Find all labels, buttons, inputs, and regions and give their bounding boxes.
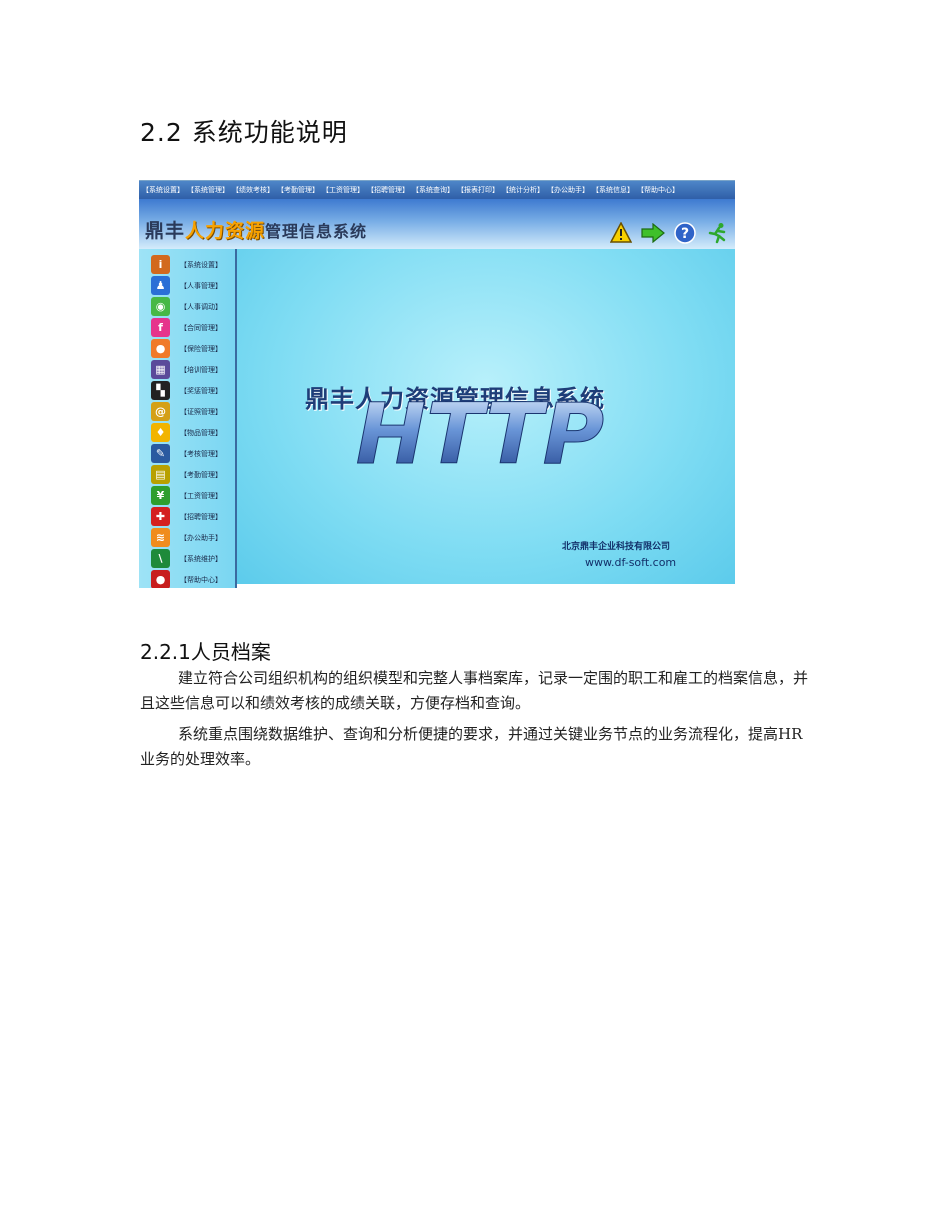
- header-banner: 鼎丰人力资源管理信息系统 ?: [139, 199, 735, 249]
- sidebar-item-label: 【人事调动】: [180, 302, 222, 311]
- sidebar-item[interactable]: ● 【帮助中心】: [151, 570, 222, 588]
- sidebar-item[interactable]: ♟ 【人事管理】: [151, 276, 222, 295]
- help-bag-icon: ●: [151, 570, 170, 588]
- menu-item[interactable]: 【系统查询】: [412, 185, 454, 195]
- pencil-icon: ✎: [151, 444, 170, 463]
- at-icon: @: [151, 402, 170, 421]
- menu-item[interactable]: 【系统信息】: [592, 185, 634, 195]
- sidebar-item-label: 【合同管理】: [180, 323, 222, 332]
- menu-item[interactable]: 【帮助中心】: [637, 185, 679, 195]
- sidebar-item[interactable]: \ 【系统维护】: [151, 549, 222, 568]
- subsection-heading: 2.2.1人员档案: [140, 640, 271, 664]
- sidebar-item-label: 【考勤管理】: [180, 470, 222, 479]
- exit-runner-icon[interactable]: [705, 221, 729, 245]
- chat-icon: ◉: [151, 297, 170, 316]
- menu-item[interactable]: 【绩效考核】: [232, 185, 274, 195]
- sidebar-item[interactable]: i 【系统设置】: [151, 255, 222, 274]
- main-pane: 鼎丰人力资源管理信息系统 HTTP 北京鼎丰企业科技有限公司 www.df-so…: [237, 249, 735, 585]
- paragraph-2-text: 系统重点围绕数据维护、查询和分析便捷的要求，并通过关键业务节点的业务流程化，提高…: [140, 725, 803, 768]
- http-logo-graphic: HTTP: [355, 397, 604, 473]
- top-menu-bar: 【系统设置】 【系统管理】 【绩效考核】 【考勤管理】 【工资管理】 【招聘管理】 【系统查…: [139, 181, 735, 199]
- menu-item[interactable]: 【考勤管理】: [277, 185, 319, 195]
- sidebar-item[interactable]: ▤ 【考勤管理】: [151, 465, 222, 484]
- sidebar-item[interactable]: ▦ 【培训管理】: [151, 360, 222, 379]
- yen-icon: ¥: [151, 486, 170, 505]
- brand-prefix: 鼎丰: [145, 220, 186, 242]
- rss-icon: ≋: [151, 528, 170, 547]
- warning-icon[interactable]: [609, 221, 633, 245]
- http-logo-text: HTTP: [356, 397, 604, 473]
- sidebar-item[interactable]: ≋ 【办公助手】: [151, 528, 222, 547]
- sidebar-item[interactable]: ✚ 【招聘管理】: [151, 507, 222, 526]
- bulb-icon: ♦: [151, 423, 170, 442]
- help-icon[interactable]: ?: [673, 221, 697, 245]
- paragraph-2: 系统重点围绕数据维护、查询和分析便捷的要求，并通过关键业务节点的业务流程化，提高…: [140, 722, 810, 772]
- sidebar-item-label: 【招聘管理】: [180, 512, 222, 521]
- cross-icon: ✚: [151, 507, 170, 526]
- website-link[interactable]: www.df-soft.com: [585, 556, 676, 569]
- section-heading: 2.2 系统功能说明: [140, 118, 348, 147]
- menu-item[interactable]: 【系统设置】: [142, 185, 184, 195]
- sidebar-item-label: 【系统设置】: [180, 260, 222, 269]
- sidebar-item-label: 【帮助中心】: [180, 575, 222, 584]
- menu-item[interactable]: 【招聘管理】: [367, 185, 409, 195]
- sidebar-item[interactable]: ♦ 【物品管理】: [151, 423, 222, 442]
- brand-suffix: 管理信息系统: [265, 222, 368, 241]
- menu-item[interactable]: 【统计分析】: [502, 185, 544, 195]
- sidebar-item[interactable]: ▚ 【奖惩管理】: [151, 381, 222, 400]
- toolbar-icons: ?: [609, 221, 729, 245]
- sidebar-item-label: 【考核管理】: [180, 449, 222, 458]
- sidebar-item-label: 【证照管理】: [180, 407, 222, 416]
- calendar-icon: ▤: [151, 465, 170, 484]
- sidebar-item[interactable]: ◉ 【人事调动】: [151, 297, 222, 316]
- sidebar-item-label: 【培训管理】: [180, 365, 222, 374]
- sidebar-menu: i 【系统设置】 ♟ 【人事管理】 ◉ 【人事调动】 f 【合同管理】 ● 【保险管理】 ▦ 【培训管…: [139, 249, 237, 588]
- sidebar-item-label: 【系统维护】: [180, 554, 222, 563]
- info-icon: i: [151, 255, 170, 274]
- contract-icon: f: [151, 318, 170, 337]
- tool-icon: \: [151, 549, 170, 568]
- paragraph-1-text: 建立符合公司组织机构的组织模型和完整人事档案库，记录一定围的职工和雇工的档案信息…: [140, 669, 809, 712]
- sidebar-item-label: 【物品管理】: [180, 428, 222, 437]
- sidebar-item-label: 【人事管理】: [180, 281, 222, 290]
- status-bar: [237, 584, 735, 588]
- system-screenshot: 【系统设置】 【系统管理】 【绩效考核】 【考勤管理】 【工资管理】 【招聘管理】 【系统查…: [139, 180, 735, 588]
- sidebar-item[interactable]: f 【合同管理】: [151, 318, 222, 337]
- brand-highlight: 人力资源: [185, 220, 266, 242]
- sidebar-item[interactable]: ✎ 【考核管理】: [151, 444, 222, 463]
- brand-title: 鼎丰人力资源管理信息系统: [145, 216, 367, 243]
- svg-text:?: ?: [681, 226, 689, 242]
- forward-arrow-icon[interactable]: [641, 221, 665, 245]
- training-icon: ▦: [151, 360, 170, 379]
- sidebar-item[interactable]: @ 【证照管理】: [151, 402, 222, 421]
- menu-item[interactable]: 【办公助手】: [547, 185, 589, 195]
- sidebar-item[interactable]: ● 【保险管理】: [151, 339, 222, 358]
- sidebar-item-label: 【保险管理】: [180, 344, 222, 353]
- menu-item[interactable]: 【工资管理】: [322, 185, 364, 195]
- company-name: 北京鼎丰企业科技有限公司: [562, 542, 671, 552]
- sidebar-item[interactable]: ¥ 【工资管理】: [151, 486, 222, 505]
- sidebar-item-label: 【工资管理】: [180, 491, 222, 500]
- insurance-icon: ●: [151, 339, 170, 358]
- reward-icon: ▚: [151, 381, 170, 400]
- sidebar-item-label: 【奖惩管理】: [180, 386, 222, 395]
- menu-item[interactable]: 【系统管理】: [187, 185, 229, 195]
- menu-item[interactable]: 【报表打印】: [457, 185, 499, 195]
- paragraph-1: 建立符合公司组织机构的组织模型和完整人事档案库，记录一定围的职工和雇工的档案信息…: [140, 666, 810, 716]
- people-icon: ♟: [151, 276, 170, 295]
- sidebar-item-label: 【办公助手】: [180, 533, 222, 542]
